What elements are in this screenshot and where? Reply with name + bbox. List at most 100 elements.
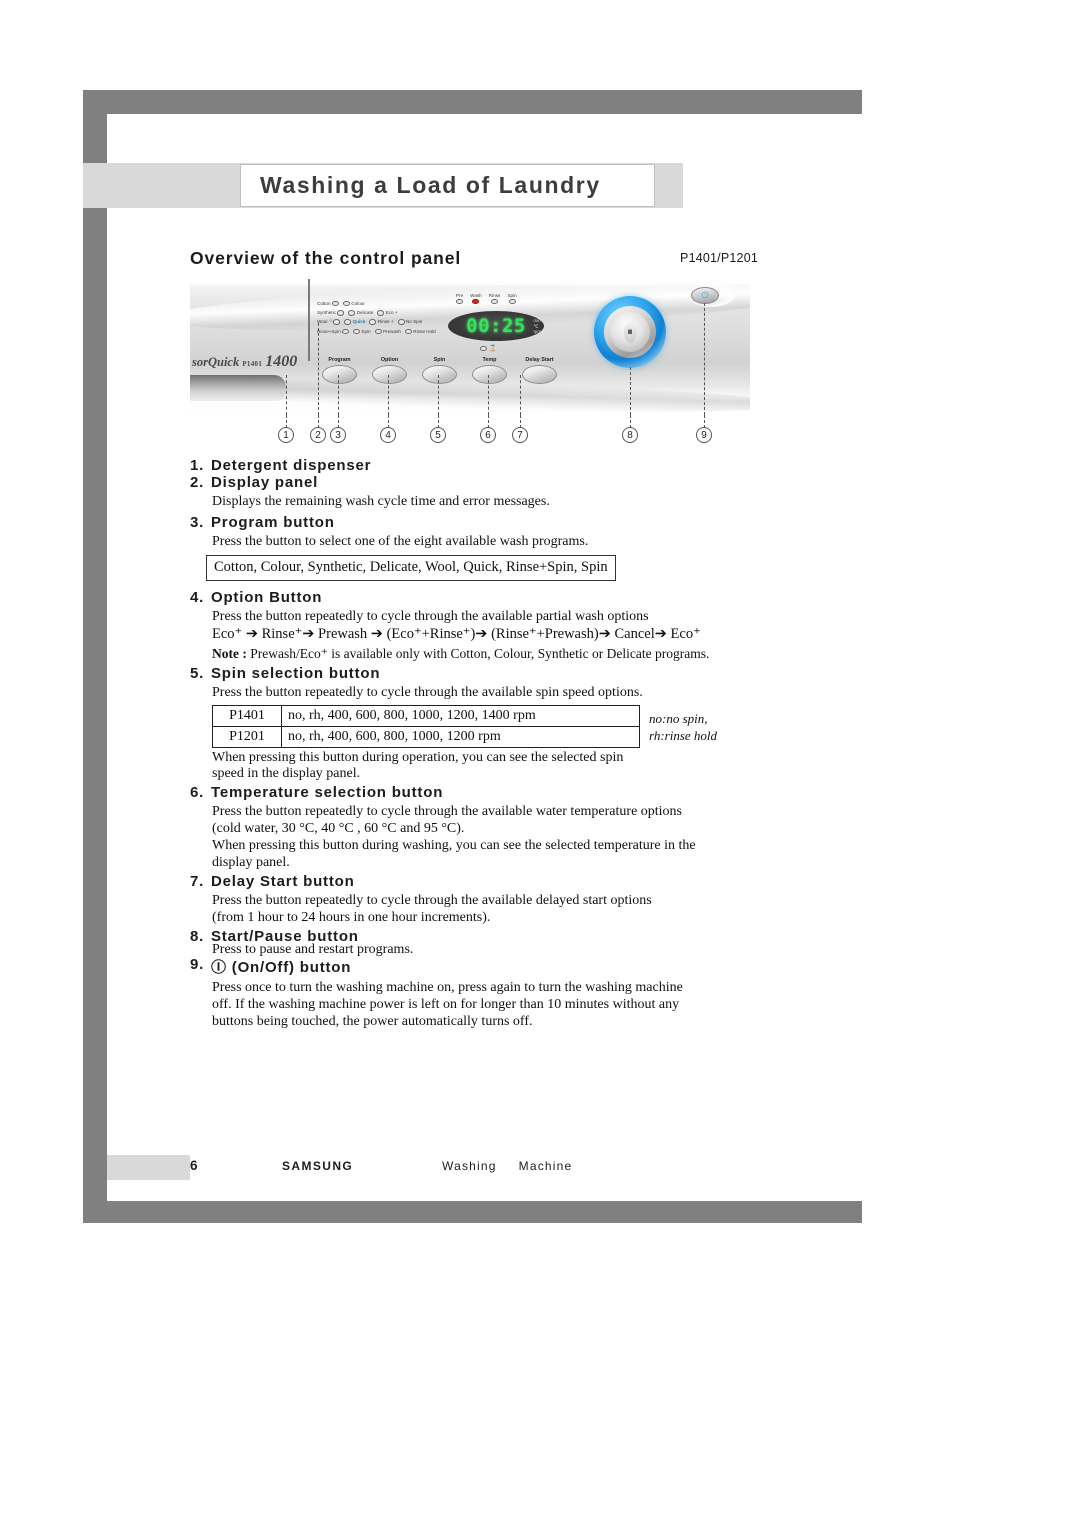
program-button[interactable]: Program [321, 357, 358, 384]
button-knob[interactable] [422, 364, 457, 384]
program-list-box: Cotton, Colour, Synthetic, Delicate, Woo… [206, 555, 616, 581]
led-icon [456, 299, 464, 305]
display-time-value: 00:25 [466, 315, 526, 337]
led-icon [369, 319, 377, 325]
led-icon-active [472, 299, 480, 305]
washer-brand-text: sorQuick P1401 1400 [192, 353, 297, 371]
status-wash: Wash [470, 293, 482, 305]
display-units: min ℃ rpm [533, 318, 541, 335]
option-button[interactable]: Option [371, 357, 408, 384]
unit-rpm: rpm [533, 329, 541, 335]
item-description: Press once to turn the washing machine o… [212, 979, 810, 1030]
cycle-status-led-row: Pre Wash Rinse Spin [456, 293, 517, 305]
leader-line [704, 303, 705, 415]
line: Press the button repeatedly to cycle thr… [212, 804, 683, 819]
legend-no: no:no spin, [649, 710, 708, 726]
page-frame-bottom-bar [83, 1201, 862, 1223]
item-description: Displays the remaining wash cycle time a… [212, 494, 550, 509]
indicator-no-spin: No Spin [397, 317, 422, 326]
item-title: Temperature selection button [211, 784, 444, 801]
led-icon [331, 300, 339, 307]
led-icon [344, 319, 352, 325]
led-icon [353, 328, 361, 334]
leader-line [488, 375, 489, 415]
callout-8: 8 [622, 427, 638, 443]
power-icon: ⏻ [701, 290, 709, 300]
table-cell-model: P1401 [212, 705, 282, 727]
item-title: Option Button [211, 589, 323, 606]
item-heading: 9. Ⓘ (On/Off) button [190, 956, 810, 977]
footer-word-washing: Washing [442, 1159, 497, 1173]
note-text: Prewash/Eco⁺ is available only with Cott… [250, 646, 710, 661]
indicator-delicate: Delicate [348, 308, 373, 317]
indicator-synthetic: Synthetic [317, 308, 345, 317]
item-heading: 5. Spin selection button [190, 665, 810, 682]
item-title: Delay Start button [211, 873, 355, 890]
footer-word-machine: Machine [518, 1159, 573, 1173]
item-number: 8. [190, 928, 205, 945]
power-button[interactable]: ⏻ [691, 287, 719, 304]
item-number: 2. [190, 474, 205, 491]
control-button-row: Program Option Spin Temp Delay Start [321, 357, 558, 384]
start-pause-dial[interactable]: ⏸ [594, 296, 666, 368]
led-icon [491, 299, 499, 305]
item-number: 1. [190, 457, 205, 474]
item-description: Press the button repeatedly to cycle thr… [212, 803, 810, 871]
led-icon [342, 328, 350, 334]
footer-accent-band [107, 1155, 190, 1180]
table-row: P1401 no, rh, 400, 600, 800, 1000, 1200,… [212, 705, 640, 727]
line: Press once to turn the washing machine o… [212, 980, 683, 995]
item-heading: 4. Option Button [190, 589, 810, 606]
line: (cold water, 30 °C, 40 °C , 60 °C and 95… [212, 821, 465, 836]
button-knob[interactable] [322, 364, 357, 384]
indicator-rinse-plus: Rinse + [369, 317, 394, 326]
leader-line [338, 375, 339, 415]
indicator-colour: Colour [342, 299, 365, 308]
led-icon [377, 310, 385, 316]
dial-inner[interactable]: ⏸ [610, 312, 650, 352]
list-item: 8. Start/Pause button Press to pause and… [190, 928, 810, 958]
item-number: 3. [190, 514, 205, 531]
item-title: Program button [211, 514, 335, 531]
led-icon [348, 310, 356, 316]
status-spin: Spin [507, 293, 517, 305]
item-heading: 2. Display panel [190, 474, 810, 491]
delay-start-button[interactable]: Delay Start [521, 357, 558, 384]
option-note: Note : Prewash/Eco⁺ is available only wi… [212, 644, 810, 663]
spin-speed-table: P1401 no, rh, 400, 600, 800, 1000, 1200,… [212, 705, 640, 748]
panel-divider-line [308, 279, 310, 361]
spin-speed-table-wrap: P1401 no, rh, 400, 600, 800, 1000, 1200,… [212, 705, 810, 748]
led-icon [333, 319, 341, 325]
dial-mid-ring: ⏸ [604, 306, 656, 358]
control-panel-illustration: sorQuick P1401 1400 Cotton Colour Synthe… [190, 279, 750, 415]
line: display panel. [212, 855, 290, 870]
list-item: 4. Option Button Press the button repeat… [190, 589, 810, 663]
indicator-prewash: Prewash [374, 327, 401, 336]
line: speed in the display panel. [212, 766, 361, 781]
item-number: 5. [190, 665, 205, 682]
hourglass-icon: ⌛ [489, 346, 497, 352]
status-pre: Pre [456, 293, 464, 305]
button-knob[interactable] [372, 364, 407, 384]
option-cycle-sequence: Eco⁺ ➔ Rinse⁺➔ Prewash ➔ (Eco⁺+Rinse⁺)➔ … [212, 626, 701, 642]
led-icon [397, 319, 405, 325]
brand-name: Quick [207, 355, 240, 369]
table-row: P1201 no, rh, 400, 600, 800, 1000, 1200 … [212, 726, 640, 748]
detergent-dispenser-drawer[interactable] [190, 375, 286, 401]
temp-button[interactable]: Temp [471, 357, 508, 384]
list-item: 5. Spin selection button Press the butto… [190, 665, 810, 782]
table-cell-values: no, rh, 400, 600, 800, 1000, 1200 rpm [281, 726, 640, 748]
page-frame-top-bar [83, 90, 862, 114]
page-number: 6 [190, 1158, 198, 1173]
legend-rh: rh:rinse hold [649, 727, 718, 743]
leader-line [286, 375, 287, 415]
led-icon [337, 310, 345, 316]
button-knob[interactable] [472, 364, 507, 384]
item-description: Press the button repeatedly to cycle thr… [212, 892, 810, 926]
table-cell-model: P1201 [212, 726, 282, 748]
indicator-eco-plus: Eco + [377, 308, 398, 317]
button-knob[interactable] [522, 364, 557, 384]
spin-button[interactable]: Spin [421, 357, 458, 384]
item-title: Display panel [211, 474, 319, 491]
item-heading: 3. Program button [190, 514, 810, 531]
